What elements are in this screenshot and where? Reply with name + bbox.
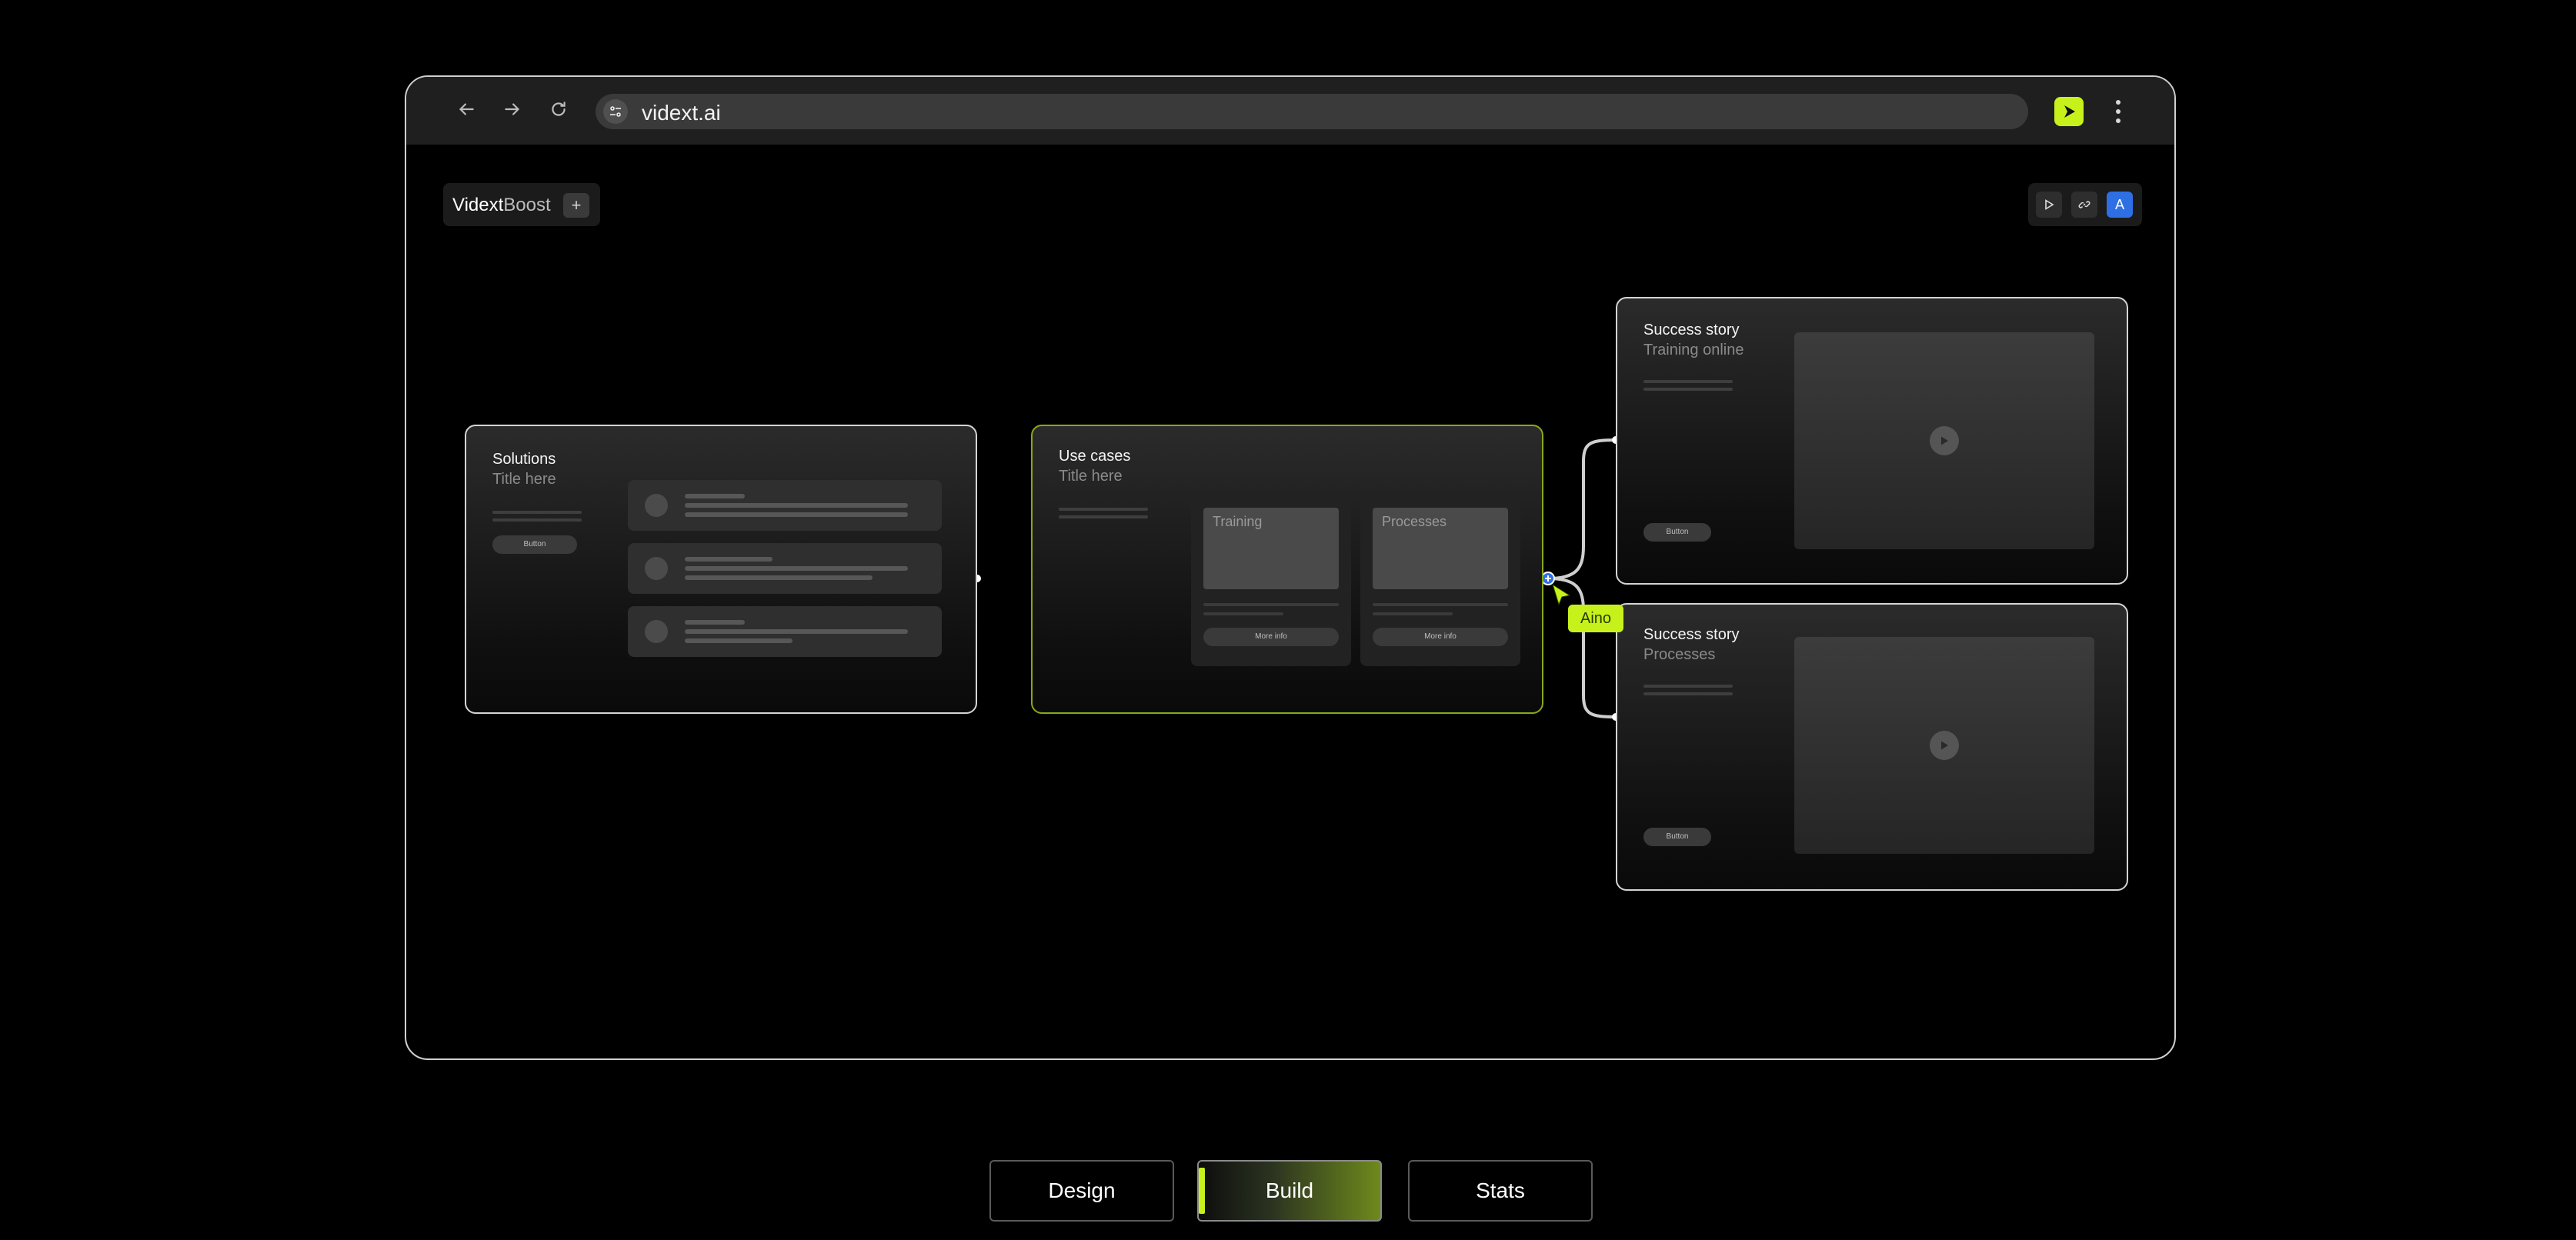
skeleton-line xyxy=(492,518,582,522)
list-item xyxy=(628,606,942,657)
tab-label: Stats xyxy=(1476,1178,1525,1202)
video-placeholder[interactable] xyxy=(1794,332,2094,549)
skeleton-line xyxy=(1059,508,1148,511)
video-placeholder[interactable] xyxy=(1794,637,2094,854)
browser-window: vidext.ai VidextBoost + A Solutions Titl… xyxy=(405,75,2176,1060)
list-item xyxy=(628,480,942,531)
thumbnail: Training xyxy=(1203,508,1339,589)
skeleton-line xyxy=(1059,515,1148,518)
more-info-button[interactable]: More info xyxy=(1373,628,1508,646)
tab-label: Build xyxy=(1265,1178,1314,1202)
card-subtitle: Training online xyxy=(1643,342,1744,358)
more-info-button[interactable]: More info xyxy=(1203,628,1339,646)
skeleton-line xyxy=(492,511,582,514)
tab-label: Design xyxy=(1048,1178,1116,1202)
card-button[interactable]: Button xyxy=(492,535,577,554)
card-title: Solutions xyxy=(492,451,556,468)
active-indicator xyxy=(1199,1168,1205,1214)
card-success-story-processes[interactable]: Success story Processes Button xyxy=(1616,603,2128,891)
collaborator-cursor-label: Aino xyxy=(1568,605,1624,632)
card-subtitle: Title here xyxy=(1059,468,1123,485)
tab-build[interactable]: Build xyxy=(1197,1160,1382,1222)
play-icon[interactable] xyxy=(1930,426,1959,455)
tab-design[interactable]: Design xyxy=(989,1160,1174,1222)
tab-stats[interactable]: Stats xyxy=(1408,1160,1593,1222)
card-subtitle: Processes xyxy=(1643,646,1716,663)
use-case-card-processes[interactable]: Processes More info xyxy=(1360,495,1520,666)
connector-usecases-story1 xyxy=(1547,438,1617,580)
list-item xyxy=(628,543,942,594)
card-button[interactable]: Button xyxy=(1643,828,1711,846)
thumbnail-label: Processes xyxy=(1382,514,1447,529)
card-title: Success story xyxy=(1643,322,1740,338)
card-title: Success story xyxy=(1643,626,1740,643)
card-solutions[interactable]: Solutions Title here Button xyxy=(465,425,977,714)
use-case-card-training[interactable]: Training More info xyxy=(1191,495,1351,666)
card-success-story-training[interactable]: Success story Training online Button xyxy=(1616,297,2128,585)
card-use-cases[interactable]: Use cases Title here Training More info … xyxy=(1031,425,1543,714)
cursor-pointer-icon xyxy=(1552,583,1571,606)
card-subtitle: Title here xyxy=(492,471,556,488)
play-icon[interactable] xyxy=(1930,731,1959,760)
card-title: Use cases xyxy=(1059,448,1131,465)
card-button[interactable]: Button xyxy=(1643,523,1711,542)
thumbnail-label: Training xyxy=(1213,514,1263,529)
thumbnail: Processes xyxy=(1373,508,1508,589)
